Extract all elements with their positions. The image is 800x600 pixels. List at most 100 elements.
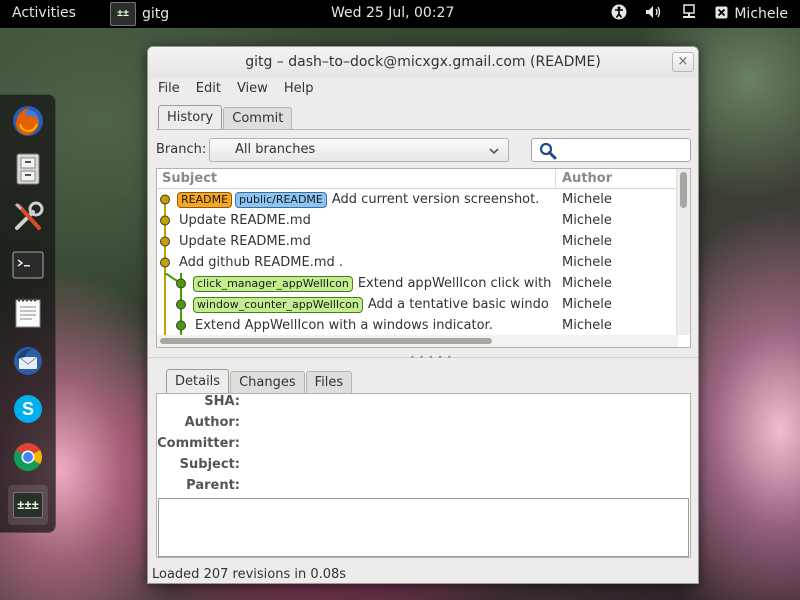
app-menu[interactable]: ±± gitg — [110, 1, 169, 27]
dock: S ±±± — [0, 94, 56, 533]
commit-author: Michele — [562, 276, 612, 291]
row-subject: Extend AppWellIcon with a windows indica… — [193, 315, 571, 336]
chevron-down-icon — [488, 143, 500, 165]
ref-badge[interactable]: public/README — [235, 191, 327, 208]
horizontal-scrollbar[interactable] — [157, 335, 678, 347]
table-row[interactable]: click_manager_appWellIcon Extend appWellI… — [157, 273, 677, 294]
commit-node — [160, 236, 170, 247]
row-subject: window_counter_appWellIcon Add a tentativ… — [193, 294, 571, 315]
menu-file[interactable]: File — [158, 78, 180, 100]
search-icon — [539, 142, 557, 164]
branch-dropdown-value: All branches — [235, 142, 316, 157]
ref-badge[interactable]: README — [177, 191, 233, 208]
clock[interactable]: Wed 25 Jul, 00:27 — [331, 5, 454, 21]
tab-files[interactable]: Files — [305, 371, 353, 393]
user-status-icon — [715, 6, 728, 22]
commit-author: Michele — [562, 297, 612, 312]
history-header: Subject Author — [157, 169, 677, 189]
commit-message-area[interactable] — [158, 498, 689, 557]
commit-subject: Add a tentative basic windo — [367, 297, 549, 312]
app-menu-label: gitg — [142, 6, 170, 22]
row-subject: Add github README.md . — [177, 252, 555, 273]
user-menu[interactable]: Michele — [715, 6, 788, 22]
terminal-icon[interactable] — [8, 245, 48, 285]
volume-icon[interactable] — [645, 4, 663, 24]
subject-label: Subject: — [179, 457, 240, 472]
details-tabs: Details Changes Files — [166, 369, 353, 393]
commit-author: Michele — [562, 213, 612, 228]
ref-badge[interactable]: window_counter_appWellIcon — [193, 296, 363, 313]
menu-bar: File Edit View Help — [148, 78, 698, 100]
parent-label: Parent: — [186, 478, 240, 493]
details-panel: SHA: Author: Committer: Subject: Parent: — [156, 393, 691, 558]
tools-icon[interactable] — [8, 197, 48, 237]
tab-changes[interactable]: Changes — [230, 371, 305, 393]
row-subject: README public/README Add current version s… — [177, 189, 555, 210]
commit-author: Michele — [562, 255, 612, 270]
commit-node — [160, 215, 170, 226]
commit-author: Michele — [562, 318, 612, 333]
table-row[interactable]: Update README.md Michele — [157, 231, 677, 252]
commit-node — [176, 299, 186, 310]
main-tabs: History Commit — [158, 105, 293, 129]
commit-subject: Update README.md — [179, 213, 311, 228]
vertical-scrollbar[interactable] — [676, 169, 690, 335]
row-subject: click_manager_appWellIcon Extend appWellI… — [193, 273, 571, 294]
commit-node — [160, 257, 170, 268]
activities-button[interactable]: Activities — [12, 5, 76, 21]
horizontal-scroll-thumb[interactable] — [160, 338, 492, 344]
window-title: gitg – dash–to–dock@micxgx.gmail.com (RE… — [245, 54, 601, 70]
tab-commit[interactable]: Commit — [223, 107, 293, 129]
firefox-icon[interactable] — [8, 101, 48, 141]
menu-help[interactable]: Help — [284, 78, 314, 100]
branch-label: Branch: — [156, 142, 207, 157]
gitg-dock-glyph: ±±± — [13, 492, 43, 518]
table-row[interactable]: README public/README Add current version s… — [157, 189, 677, 210]
search-input[interactable] — [531, 138, 691, 162]
history-table: Subject Author README public/README Add cu… — [156, 168, 691, 348]
commit-subject: Update README.md — [179, 234, 311, 249]
commit-subject: Extend AppWellIcon with a windows indica… — [195, 318, 493, 333]
commit-subject: Add current version screenshot. — [331, 192, 540, 207]
close-icon: × — [677, 54, 689, 69]
graph-lane — [164, 294, 186, 315]
menu-view[interactable]: View — [237, 78, 268, 100]
close-button[interactable]: × — [672, 52, 694, 72]
vertical-scroll-thumb[interactable] — [680, 172, 687, 208]
table-row[interactable]: Update README.md Michele — [157, 210, 677, 231]
tab-history[interactable]: History — [158, 105, 223, 129]
commit-node — [176, 278, 186, 289]
sha-label: SHA: — [204, 394, 240, 409]
status-bar: Loaded 207 revisions in 0.08s — [152, 567, 347, 582]
commit-subject: Extend appWellIcon click with — [357, 276, 552, 291]
gitg-icon[interactable]: ±±± — [8, 485, 48, 525]
tab-details[interactable]: Details — [166, 369, 230, 393]
commit-node — [176, 320, 186, 331]
row-subject: Update README.md — [177, 210, 555, 231]
commit-subject: Add github README.md . — [179, 255, 344, 270]
column-header-subject[interactable]: Subject — [162, 171, 217, 186]
commit-node — [160, 194, 170, 205]
file-cabinet-icon[interactable] — [8, 149, 48, 189]
author-label: Author: — [184, 415, 240, 430]
network-icon[interactable] — [681, 4, 697, 24]
menu-edit[interactable]: Edit — [196, 78, 221, 100]
row-subject: Update README.md — [177, 231, 555, 252]
table-row[interactable]: Extend AppWellIcon with a windows indica… — [157, 315, 677, 336]
committer-label: Committer: — [157, 436, 240, 451]
branch-dropdown[interactable]: All branches — [209, 138, 509, 162]
svg-text:S: S — [22, 399, 34, 419]
text-editor-icon[interactable] — [8, 293, 48, 333]
window-titlebar[interactable]: gitg – dash–to–dock@micxgx.gmail.com (RE… — [148, 47, 698, 78]
chrome-icon[interactable] — [8, 437, 48, 477]
thunderbird-icon[interactable] — [8, 341, 48, 381]
commit-author: Michele — [562, 234, 612, 249]
column-header-author[interactable]: Author — [562, 171, 612, 186]
accessibility-icon[interactable] — [611, 4, 627, 24]
ref-badge[interactable]: click_manager_appWellIcon — [193, 275, 353, 292]
table-row[interactable]: Add github README.md . Michele — [157, 252, 677, 273]
pane-resize-handle[interactable]: • • • • • — [410, 353, 453, 362]
skype-icon[interactable]: S — [8, 389, 48, 429]
table-row[interactable]: window_counter_appWellIcon Add a tentativ… — [157, 294, 677, 315]
graph-lane — [164, 315, 186, 336]
